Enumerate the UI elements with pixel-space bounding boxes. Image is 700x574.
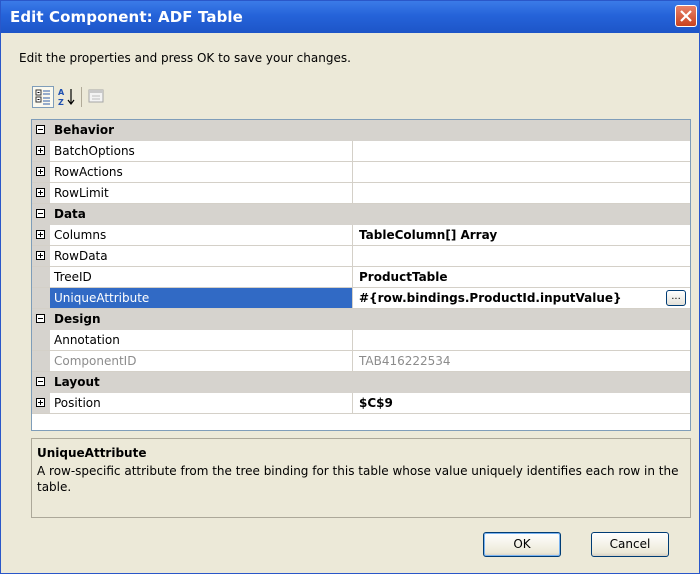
category-row[interactable]: Behavior: [32, 120, 690, 141]
property-value-cell[interactable]: [352, 162, 690, 182]
property-name: BatchOptions: [54, 144, 135, 158]
ellipsis-button[interactable]: ...: [666, 290, 686, 306]
property-row[interactable]: RowData: [32, 246, 690, 267]
help-description: A row-specific attribute from the tree b…: [37, 464, 679, 494]
property-name: RowLimit: [54, 186, 109, 200]
expand-icon[interactable]: [36, 230, 45, 239]
collapse-icon[interactable]: [36, 209, 45, 218]
category-row[interactable]: Design: [32, 309, 690, 330]
collapse-icon[interactable]: [36, 314, 45, 323]
alphabetical-sort-icon: A Z: [58, 88, 75, 107]
expand-icon[interactable]: [36, 188, 45, 197]
svg-text:Z: Z: [58, 98, 64, 107]
row-gutter: [32, 267, 50, 287]
property-value-cell[interactable]: [352, 183, 690, 203]
help-panel: UniqueAttribute A row-specific attribute…: [31, 438, 691, 518]
edit-component-dialog: Edit Component: ADF Table Edit the prope…: [0, 0, 700, 574]
category-label: Behavior: [54, 123, 115, 137]
property-row[interactable]: RowActions: [32, 162, 690, 183]
property-value: TableColumn[] Array: [359, 228, 498, 242]
property-row[interactable]: Columns TableColumn[] Array: [32, 225, 690, 246]
property-value-cell[interactable]: #{row.bindings.ProductId.inputValue}...: [352, 288, 690, 308]
alphabetical-button[interactable]: A Z: [56, 86, 78, 108]
category-row[interactable]: Layout: [32, 372, 690, 393]
close-icon: [680, 10, 692, 22]
property-value-cell[interactable]: TableColumn[] Array: [352, 225, 690, 245]
expand-icon[interactable]: [36, 251, 45, 260]
toolbar-separator: [81, 87, 82, 107]
help-title: UniqueAttribute: [37, 446, 147, 460]
property-value: $C$9: [359, 396, 393, 410]
category-label: Layout: [54, 375, 100, 389]
dialog-title: Edit Component: ADF Table: [10, 8, 243, 26]
property-name: Position: [54, 396, 101, 410]
ok-button[interactable]: OK: [483, 532, 561, 557]
collapse-icon[interactable]: [36, 377, 45, 386]
property-value-cell[interactable]: [352, 330, 690, 350]
expand-icon[interactable]: [36, 146, 45, 155]
property-value-cell[interactable]: [352, 141, 690, 161]
property-row[interactable]: ComponentID TAB416222534: [32, 351, 690, 372]
property-name: Annotation: [54, 333, 120, 347]
property-value-cell[interactable]: [352, 246, 690, 266]
category-label: Design: [54, 312, 101, 326]
property-value: ProductTable: [359, 270, 448, 284]
svg-text:A: A: [58, 88, 65, 97]
property-row[interactable]: RowLimit: [32, 183, 690, 204]
row-gutter: [32, 330, 50, 350]
categorized-view-icon: [35, 89, 50, 105]
property-grid: Behavior BatchOptions RowActions RowLimit Da…: [31, 119, 691, 431]
close-button[interactable]: [675, 5, 697, 27]
property-value-cell: TAB416222534: [352, 351, 690, 371]
property-row[interactable]: Position $C$9: [32, 393, 690, 414]
property-value: TAB416222534: [359, 354, 451, 368]
expand-icon[interactable]: [36, 398, 45, 407]
property-name: ComponentID: [54, 354, 137, 368]
property-value-cell[interactable]: ProductTable: [352, 267, 690, 287]
property-name: Columns: [54, 228, 107, 242]
property-name: UniqueAttribute: [54, 291, 150, 305]
category-label: Data: [54, 207, 86, 221]
property-row[interactable]: UniqueAttribute #{row.bindings.ProductId.…: [32, 288, 690, 309]
property-row[interactable]: Annotation: [32, 330, 690, 351]
row-gutter: [32, 288, 50, 308]
property-value: #{row.bindings.ProductId.inputValue}: [359, 291, 622, 305]
title-bar: Edit Component: ADF Table: [1, 1, 699, 33]
categorized-button[interactable]: [32, 86, 54, 108]
row-gutter: [32, 351, 50, 371]
property-row[interactable]: BatchOptions: [32, 141, 690, 162]
property-name: RowActions: [54, 165, 123, 179]
property-name: TreeID: [54, 270, 92, 284]
instruction-text: Edit the properties and press OK to save…: [19, 51, 351, 65]
property-pages-button[interactable]: [86, 86, 108, 108]
cancel-button[interactable]: Cancel: [591, 532, 669, 557]
property-row[interactable]: TreeID ProductTable: [32, 267, 690, 288]
expand-icon[interactable]: [36, 167, 45, 176]
property-name: RowData: [54, 249, 108, 263]
category-row[interactable]: Data: [32, 204, 690, 225]
property-pages-icon: [88, 89, 104, 103]
collapse-icon[interactable]: [36, 125, 45, 134]
property-value-cell[interactable]: $C$9: [352, 393, 690, 413]
